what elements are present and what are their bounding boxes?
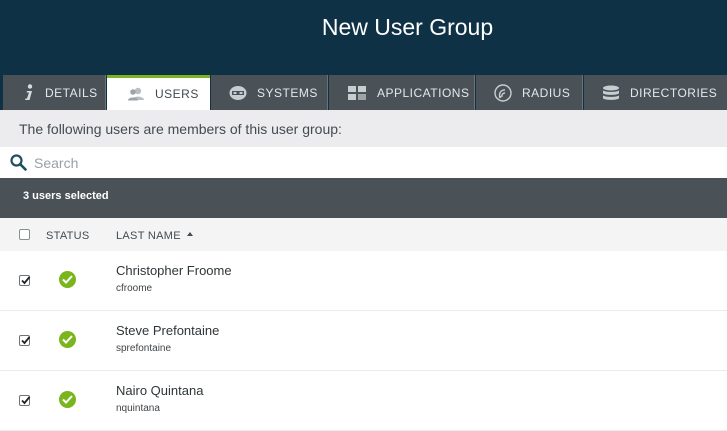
- tab-users[interactable]: USERS: [107, 75, 210, 110]
- user-username: nquintana: [116, 403, 160, 414]
- row-checkbox[interactable]: [19, 395, 31, 406]
- table-row[interactable]: Steve Prefontaine sprefontaine: [0, 311, 727, 371]
- applications-icon: [347, 85, 367, 101]
- search-icon: [10, 154, 27, 176]
- table-row[interactable]: Christopher Froome cfroome: [0, 251, 727, 311]
- table-header: STATUS LAST NAME: [0, 218, 727, 251]
- selection-summary: 3 users selected: [0, 178, 727, 218]
- status-active-icon: [59, 331, 76, 348]
- status-active-icon: [59, 391, 76, 408]
- tab-directories-label: DIRECTORIES: [630, 85, 718, 100]
- tab-systems[interactable]: SYSTEMS: [211, 75, 328, 110]
- users-icon: [127, 87, 145, 101]
- tab-details[interactable]: DETAILS: [3, 75, 106, 110]
- table-row[interactable]: Nairo Quintana nquintana: [0, 371, 727, 431]
- sort-ascending-icon: [187, 232, 193, 236]
- user-username: cfroome: [116, 283, 153, 294]
- row-checkbox[interactable]: [19, 335, 31, 346]
- column-header-last-name[interactable]: LAST NAME: [116, 230, 181, 242]
- user-username: sprefontaine: [116, 343, 172, 354]
- tab-applications[interactable]: APPLICATIONS: [329, 75, 475, 110]
- page-header: New User Group: [0, 0, 727, 75]
- directories-icon: [602, 85, 620, 101]
- column-header-status[interactable]: STATUS: [46, 230, 90, 242]
- user-full-name[interactable]: Steve Prefontaine: [116, 323, 219, 338]
- tab-details-label: DETAILS: [45, 85, 98, 100]
- status-active-icon: [59, 271, 76, 288]
- members-intro-text: The following users are members of this …: [0, 110, 727, 147]
- tab-users-label: USERS: [155, 87, 199, 101]
- tab-radius-label: RADIUS: [522, 85, 571, 100]
- page-title: New User Group: [321, 14, 494, 40]
- tab-radius[interactable]: RADIUS: [476, 75, 583, 110]
- systems-icon: [229, 85, 247, 101]
- user-full-name[interactable]: Christopher Froome: [116, 263, 232, 278]
- select-all-checkbox[interactable]: [19, 229, 30, 240]
- row-checkbox[interactable]: [19, 275, 31, 286]
- info-icon: [23, 83, 35, 102]
- tab-applications-label: APPLICATIONS: [377, 85, 470, 100]
- tab-systems-label: SYSTEMS: [257, 85, 318, 100]
- search-input[interactable]: [34, 151, 714, 175]
- tab-bar: DETAILS USERS SYSTEMS APPLICATIONS RADIU…: [0, 75, 727, 110]
- search-bar: [0, 147, 727, 178]
- tab-directories[interactable]: DIRECTORIES: [584, 75, 727, 110]
- radius-icon: [494, 83, 512, 102]
- user-full-name[interactable]: Nairo Quintana: [116, 383, 203, 398]
